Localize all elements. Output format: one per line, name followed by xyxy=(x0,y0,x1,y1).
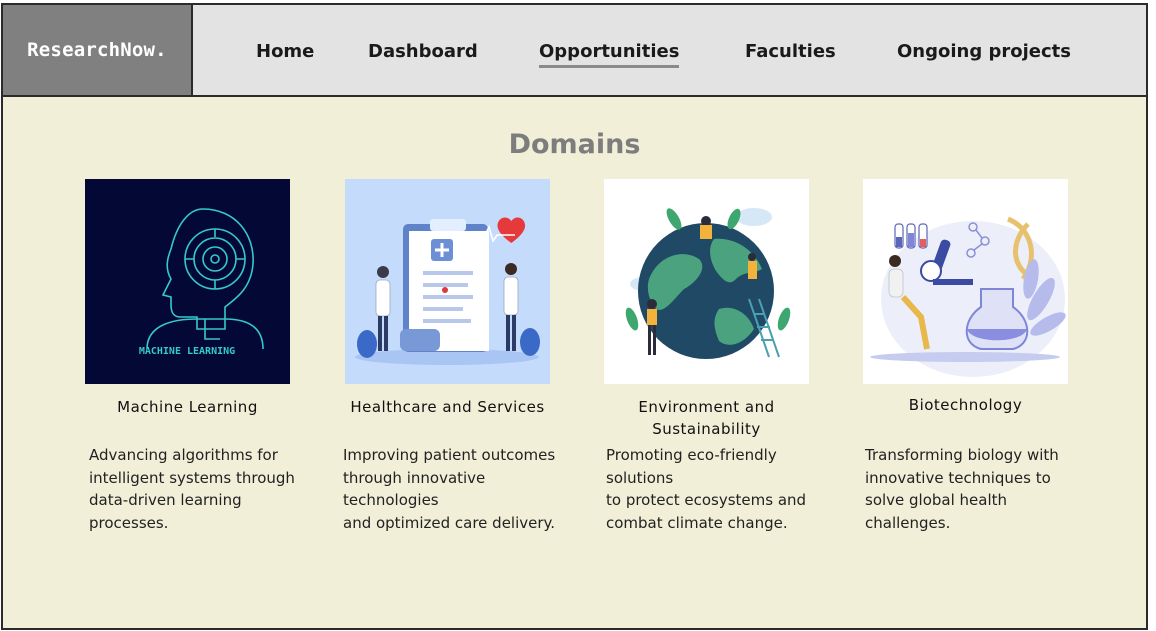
machine-learning-image-text: MACHINE LEARNING xyxy=(139,346,235,357)
brand-name: ResearchNow. xyxy=(27,39,167,61)
page-frame: ResearchNow. Home Dashboard Opportunitie… xyxy=(1,3,1148,630)
biotechnology-image xyxy=(863,179,1068,384)
domain-card-healthcare[interactable]: Healthcare and Services xyxy=(345,179,585,418)
nav-faculties[interactable]: Faculties xyxy=(745,41,836,63)
nav-opportunities[interactable]: Opportunities xyxy=(539,41,680,68)
domain-description-environment: Promoting eco-friendly solutions to prot… xyxy=(606,446,807,532)
environment-image xyxy=(604,179,809,384)
domain-title: Healthcare and Services xyxy=(350,398,545,416)
domain-card-biotechnology[interactable]: Biotechnology xyxy=(863,179,1103,416)
nav-ongoing-projects[interactable]: Ongoing projects xyxy=(897,41,1071,63)
domain-title: Environment and Sustainability xyxy=(638,398,775,438)
domain-title: Machine Learning xyxy=(117,398,258,416)
nav-dashboard[interactable]: Dashboard xyxy=(368,41,478,63)
domain-card-environment[interactable]: Environment and Sustainability xyxy=(604,179,844,440)
brand-logo[interactable]: ResearchNow. xyxy=(3,5,193,95)
domain-description-machine-learning: Advancing algorithms for intelligent sys… xyxy=(89,446,295,532)
healthcare-image xyxy=(345,179,550,384)
domain-description-biotechnology: Transforming biology with innovative tec… xyxy=(865,446,1059,532)
nav-home[interactable]: Home xyxy=(256,41,314,63)
domain-card-machine-learning[interactable]: MACHINE LEARNING Machine Learning xyxy=(85,179,325,418)
section-title: Domains xyxy=(508,129,641,160)
top-navigation-bar: ResearchNow. Home Dashboard Opportunitie… xyxy=(3,5,1146,97)
domain-description-healthcare: Improving patient outcomes through innov… xyxy=(343,446,556,532)
machine-learning-image: MACHINE LEARNING xyxy=(85,179,290,384)
domain-title: Biotechnology xyxy=(908,396,1023,414)
